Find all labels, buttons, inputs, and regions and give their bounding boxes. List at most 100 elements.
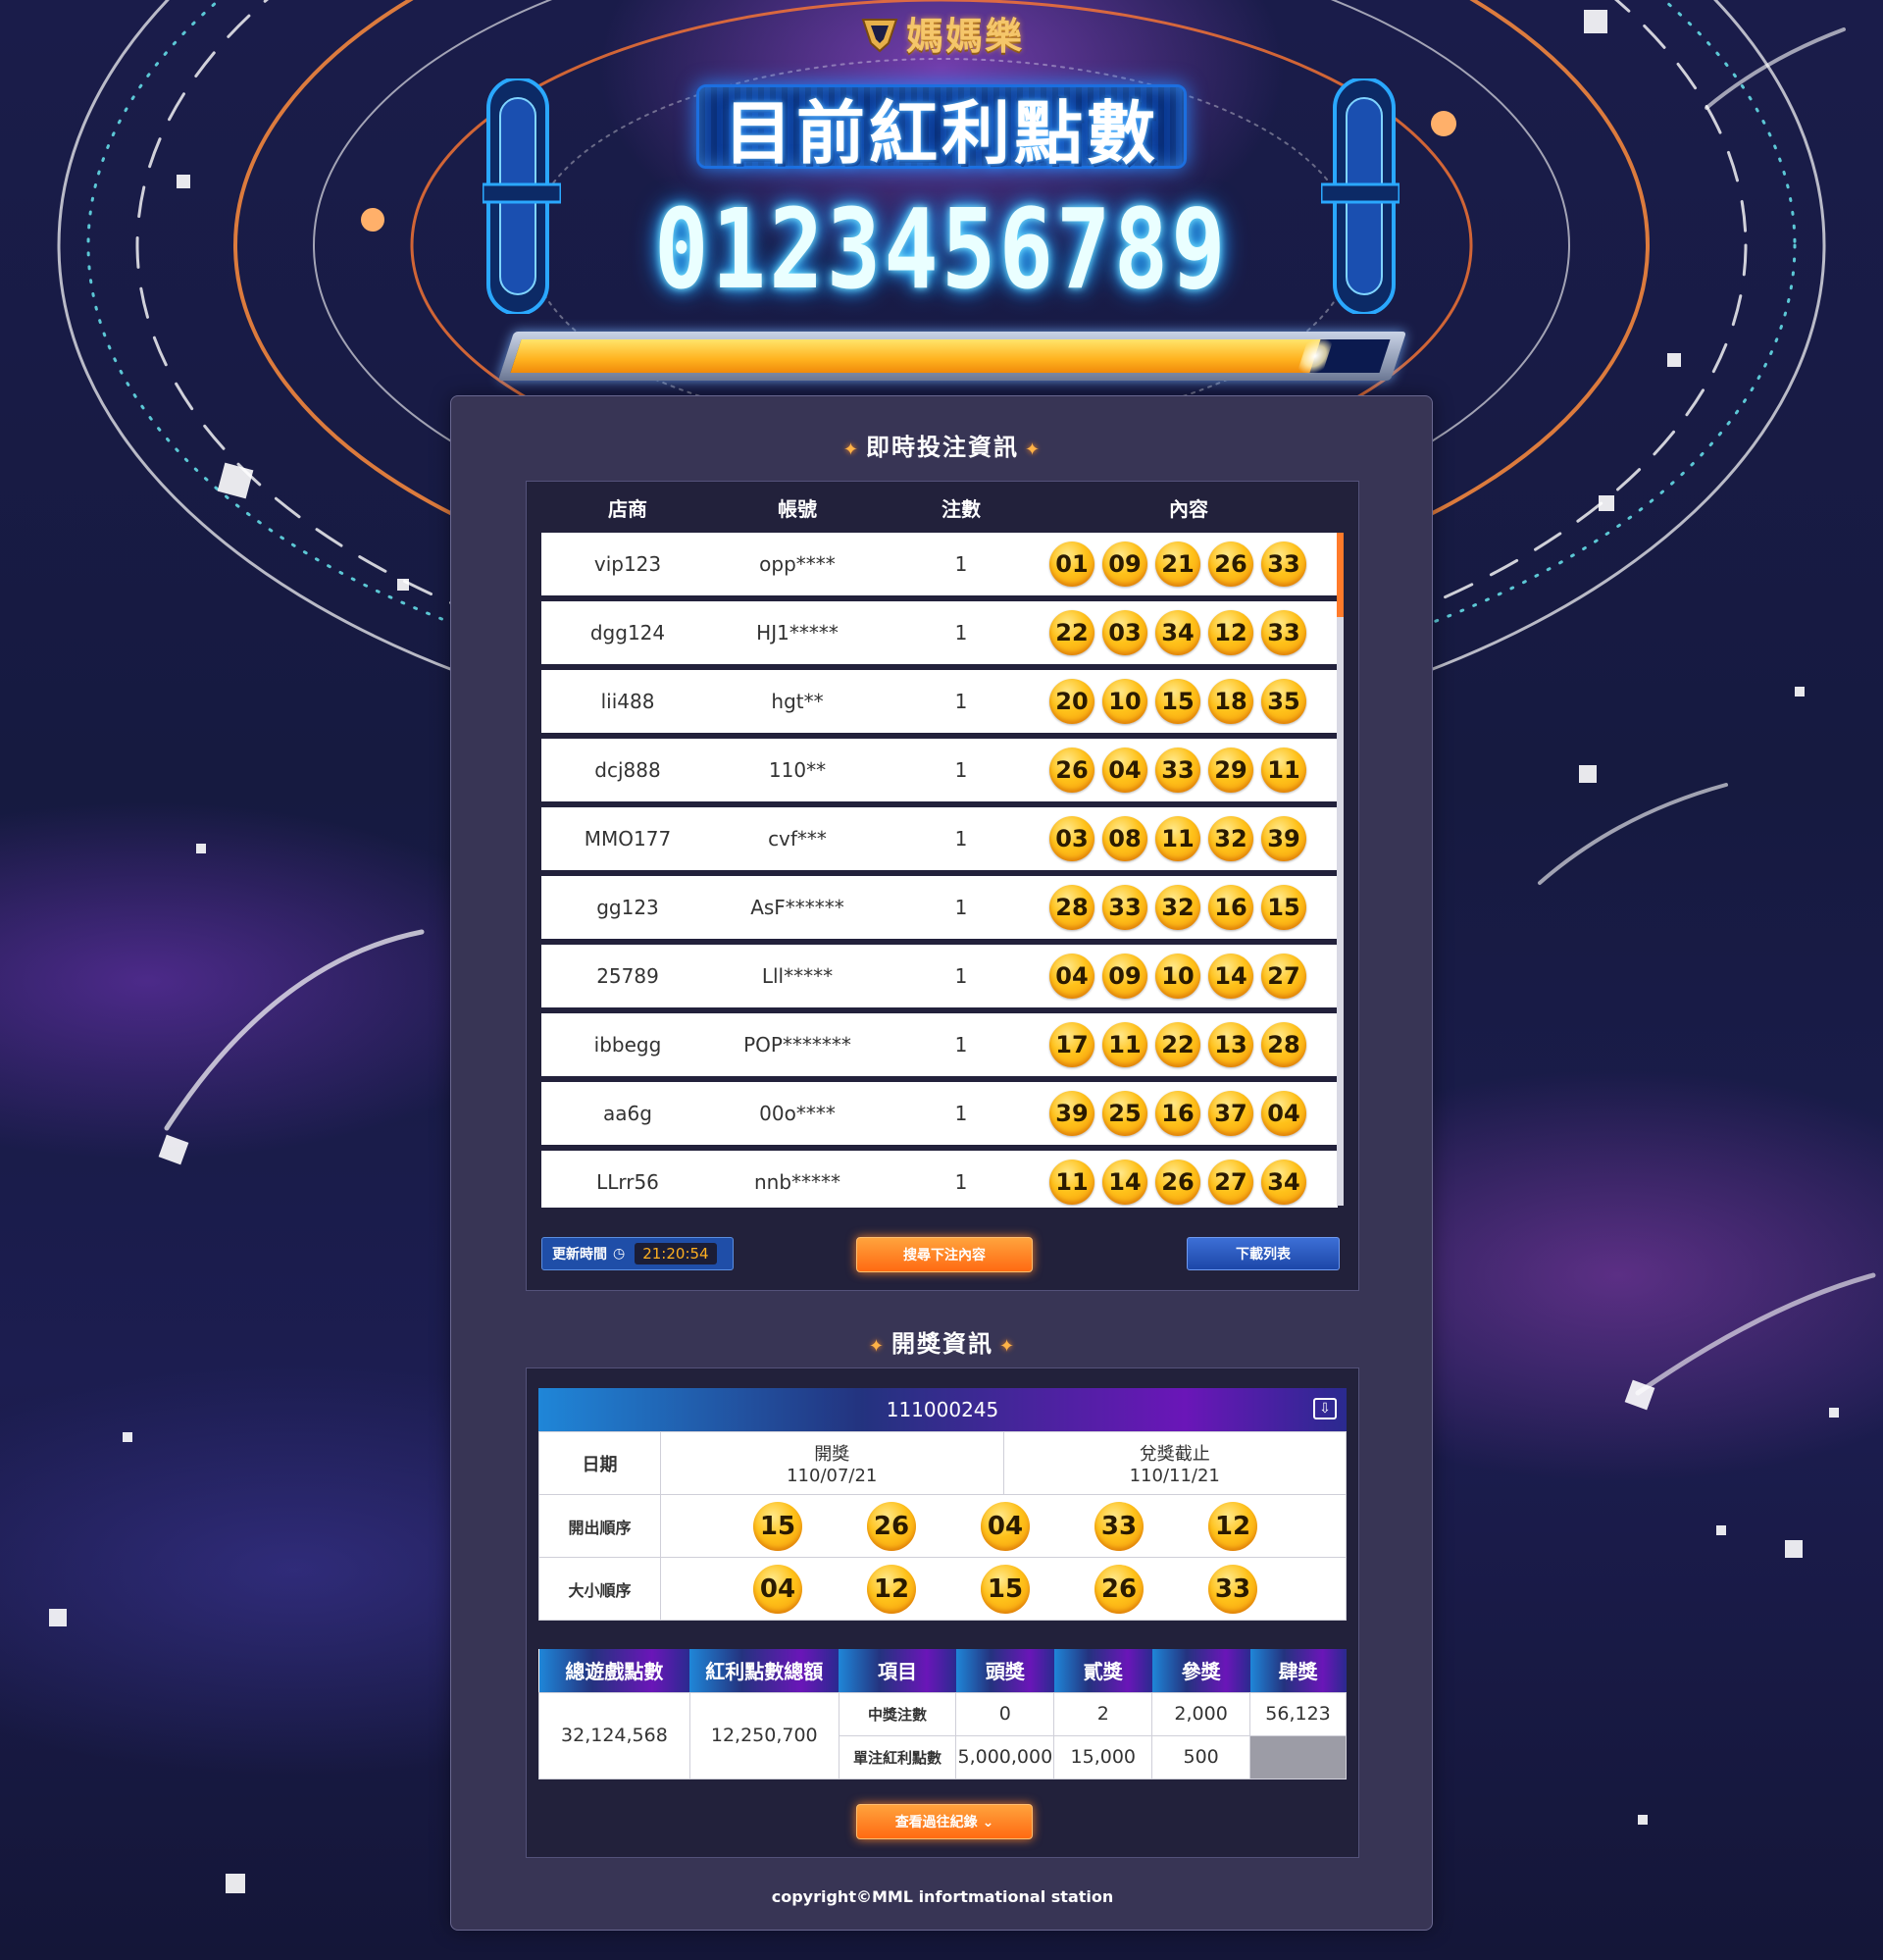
live-bet-table: 店商 帳號 注數 內容 vip123 opp**** 1 01 09 21 26 33 dgg1… [526, 481, 1359, 1291]
bet-numbers: 39 25 16 37 04 [1042, 1091, 1336, 1136]
draw-ball: 26 [867, 1501, 916, 1551]
header-item: 項目 [839, 1649, 956, 1692]
number-ball: 26 [1155, 1160, 1200, 1205]
bet-count: 1 [954, 758, 968, 782]
bet-numbers: 22 03 34 12 33 [1042, 610, 1336, 655]
number-ball: 39 [1261, 816, 1306, 861]
view-history-label: 查看過往紀錄 [894, 1815, 978, 1831]
number-ball: 33 [1102, 885, 1147, 930]
account-name: opp**** [759, 552, 836, 576]
number-ball: 32 [1155, 885, 1200, 930]
download-list-button[interactable]: 下載列表 [1187, 1237, 1340, 1270]
bet-row: aa6g 00o**** 1 39 25 16 37 04 [541, 1082, 1338, 1145]
number-ball: 11 [1155, 816, 1200, 861]
bet-count: 1 [954, 690, 968, 713]
col-content: 內容 [1169, 497, 1208, 521]
number-ball: 39 [1049, 1091, 1094, 1136]
points-title: 目前紅利點數 [724, 93, 1159, 174]
bet-count: 1 [954, 896, 968, 919]
deadline-label: 兌獎截止 [1139, 1444, 1210, 1465]
copyright-text: copyright©MML infortmational station [771, 1887, 1114, 1906]
store-name: aa6g [603, 1102, 652, 1125]
number-ball: 10 [1155, 954, 1200, 999]
draw-result-table: 日期 開獎 110/07/21 兌獎截止 110/11/21 開出順序 15 26… [538, 1431, 1347, 1621]
number-ball: 04 [1102, 748, 1147, 793]
number-ball: 14 [1208, 954, 1253, 999]
account-name: hgt** [771, 690, 824, 713]
store-name: LLrr56 [596, 1170, 659, 1194]
number-ball: 28 [1049, 885, 1094, 930]
update-time-label: 更新時間 [552, 1247, 607, 1263]
deadline-date: 110/11/21 [1129, 1466, 1220, 1486]
order-numbers-cell: 15 26 04 33 12 [660, 1494, 1347, 1558]
header-third-prize: 參獎 [1151, 1649, 1250, 1692]
number-ball: 27 [1261, 954, 1306, 999]
update-time-value: 21:20:54 [635, 1243, 717, 1264]
winning-count-third: 2,000 [1151, 1691, 1251, 1736]
draw-ball: 04 [753, 1564, 802, 1614]
bet-numbers: 28 33 32 16 15 [1042, 885, 1336, 930]
number-ball: 22 [1049, 610, 1094, 655]
number-ball: 20 [1049, 679, 1094, 724]
bet-row: dcj888 110** 1 26 04 33 29 11 [541, 739, 1338, 801]
bet-count: 1 [954, 964, 968, 988]
number-ball: 18 [1208, 679, 1253, 724]
bet-row: vip123 opp**** 1 01 09 21 26 33 [541, 533, 1338, 595]
number-ball: 26 [1208, 542, 1253, 587]
draw-id-header: 111000245 ⇩ [538, 1388, 1347, 1431]
brand-logo: 媽媽樂 [0, 6, 1883, 60]
draw-id: 111000245 [886, 1398, 999, 1421]
number-ball: 14 [1102, 1160, 1147, 1205]
view-history-button[interactable]: 查看過往紀錄 ⌄ [856, 1804, 1033, 1839]
bonus-per-bet-fourth-empty [1249, 1734, 1347, 1779]
bet-count: 1 [954, 552, 968, 576]
bet-numbers: 04 09 10 14 27 [1042, 954, 1336, 999]
order-label: 開出順序 [538, 1494, 661, 1558]
bet-row: gg123 AsF****** 1 28 33 32 16 15 [541, 876, 1338, 939]
store-name: ibbegg [593, 1033, 662, 1057]
winning-count-second: 2 [1053, 1691, 1153, 1736]
number-ball: 03 [1049, 816, 1094, 861]
spark-icon: ✦ [999, 1336, 1017, 1357]
size-numbers-cell: 04 12 15 26 33 [660, 1557, 1347, 1621]
header-fourth-prize: 肆獎 [1249, 1649, 1347, 1692]
scrollbar-thumb[interactable] [1337, 533, 1344, 617]
account-name: cvf*** [768, 827, 827, 851]
number-ball: 09 [1102, 954, 1147, 999]
draw-date: 110/07/21 [787, 1466, 878, 1486]
bet-row: dgg124 HJ1***** 1 22 03 34 12 33 [541, 601, 1338, 664]
draw-section-heading: ✦ 開獎資訊 ✦ [451, 1324, 1434, 1359]
total-points-value: 32,124,568 [538, 1691, 690, 1779]
header-second-prize: 貳獎 [1053, 1649, 1152, 1692]
logo-emblem-icon [861, 19, 898, 53]
draw-ball: 15 [753, 1501, 802, 1551]
number-ball: 33 [1261, 610, 1306, 655]
download-icon[interactable]: ⇩ [1313, 1398, 1337, 1419]
number-ball: 25 [1102, 1091, 1147, 1136]
progress-track [510, 334, 1391, 379]
number-ball: 22 [1155, 1022, 1200, 1067]
col-count: 注數 [942, 497, 981, 521]
clock-icon: ◷ [613, 1246, 626, 1262]
search-bets-button[interactable]: 搜尋下注內容 [856, 1237, 1033, 1272]
bet-count: 1 [954, 827, 968, 851]
number-ball: 09 [1102, 542, 1147, 587]
draw-ball: 33 [1094, 1501, 1144, 1551]
draw-ball: 33 [1208, 1564, 1257, 1614]
number-ball: 21 [1155, 542, 1200, 587]
number-ball: 35 [1261, 679, 1306, 724]
draw-ball: 26 [1094, 1564, 1144, 1614]
draw-date-label: 開獎 [814, 1444, 850, 1465]
account-name: 00o**** [759, 1102, 836, 1125]
draw-ball: 12 [1208, 1501, 1257, 1551]
chevron-down-icon: ⌄ [982, 1815, 994, 1831]
store-name: 25789 [596, 964, 659, 988]
account-name: nnb***** [753, 1170, 841, 1194]
number-ball: 13 [1208, 1022, 1253, 1067]
store-name: gg123 [596, 896, 659, 919]
bet-rows[interactable]: vip123 opp**** 1 01 09 21 26 33 dgg124 HJ1***** 1 2… [541, 533, 1338, 1208]
bet-table-scrollbar[interactable] [1337, 533, 1344, 1206]
size-label: 大小順序 [538, 1557, 661, 1621]
number-ball: 11 [1049, 1160, 1094, 1205]
number-ball: 16 [1155, 1091, 1200, 1136]
